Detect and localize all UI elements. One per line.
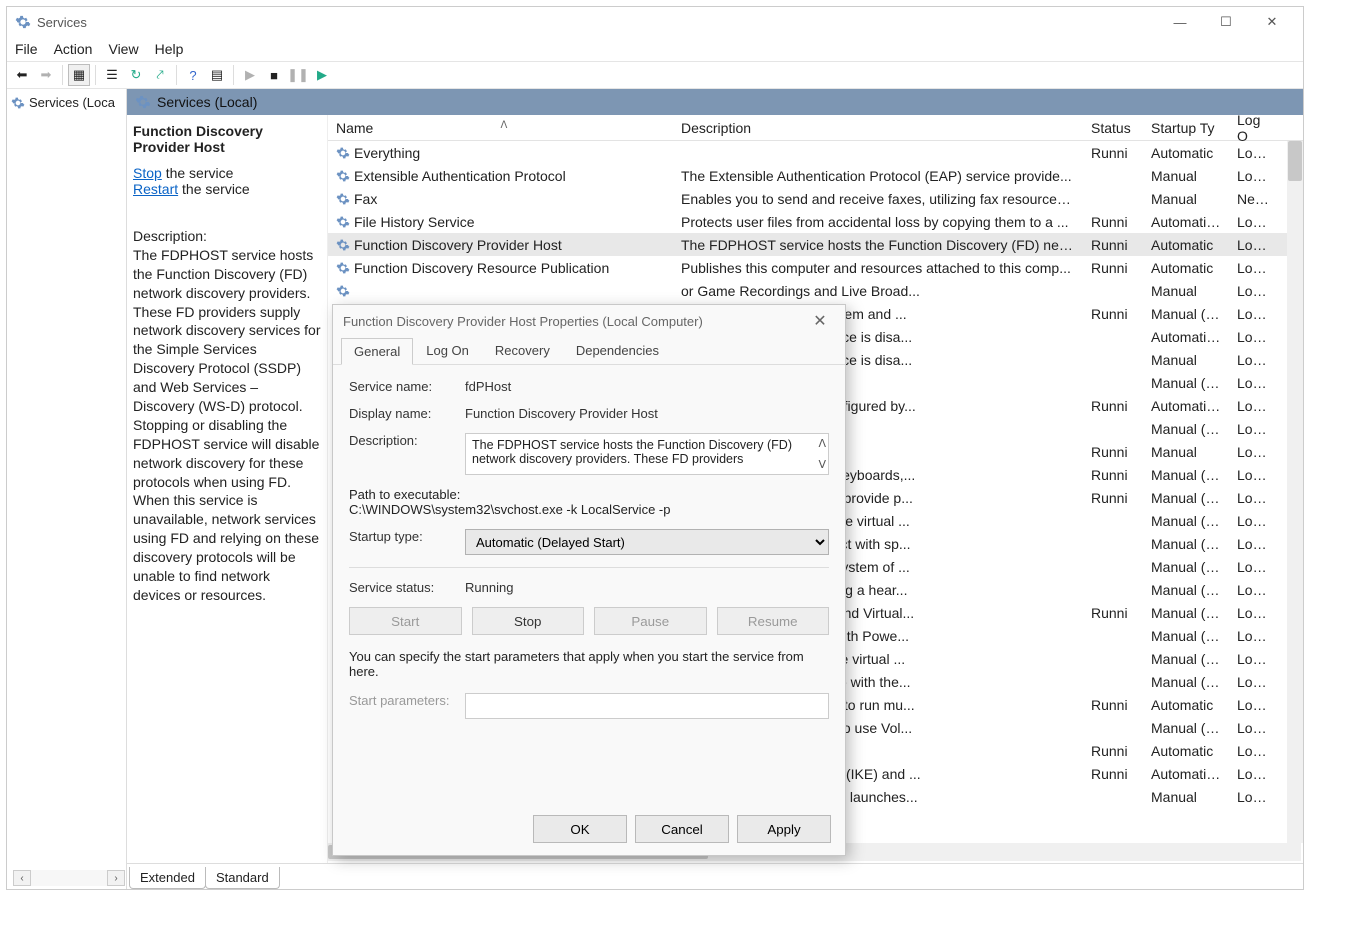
restart-icon[interactable]: ▶ <box>311 64 333 86</box>
start-button: Start <box>349 607 462 635</box>
dialog-close-button[interactable]: ✕ <box>805 311 835 331</box>
resume-button: Resume <box>717 607 830 635</box>
forward-button[interactable]: ➡ <box>35 64 57 86</box>
close-button[interactable]: ✕ <box>1249 7 1295 37</box>
tree-item-services[interactable]: Services (Loca <box>11 95 122 110</box>
param-hint: You can specify the start parameters tha… <box>349 649 829 679</box>
label-startup-type: Startup type: <box>349 529 465 544</box>
table-row[interactable]: or Game Recordings and Live Broad...Manu… <box>328 279 1303 302</box>
gear-icon <box>135 94 151 110</box>
value-display-name: Function Discovery Provider Host <box>465 406 829 421</box>
bottom-tabs: Extended Standard <box>127 863 1303 889</box>
tab-recovery[interactable]: Recovery <box>482 337 563 364</box>
vertical-scrollbar[interactable] <box>1287 141 1303 843</box>
properties-dialog: Function Discovery Provider Host Propert… <box>332 304 846 856</box>
stop-link[interactable]: Stop <box>133 165 162 181</box>
start-params-input[interactable] <box>465 693 829 719</box>
col-name[interactable]: Nameᐱ <box>328 120 673 136</box>
window-title: Services <box>37 15 87 30</box>
app-icon <box>15 14 31 30</box>
tab-extended[interactable]: Extended <box>129 867 206 889</box>
label-description: Description: <box>349 433 465 448</box>
titlebar: Services — ☐ ✕ <box>7 7 1303 37</box>
stop-icon[interactable]: ■ <box>263 64 285 86</box>
selected-service-title: Function Discovery Provider Host <box>133 123 321 155</box>
scroll-up-icon[interactable]: ᐱ <box>818 437 826 450</box>
start-icon[interactable]: ▶ <box>239 64 261 86</box>
tab-general[interactable]: General <box>341 338 413 365</box>
description-text: The FDPHOST service hosts the Function D… <box>133 246 321 605</box>
toolbar-icon-1[interactable]: ▦ <box>68 64 90 86</box>
menubar: File Action View Help <box>7 37 1303 61</box>
tree-pane: Services (Loca <box>7 89 127 889</box>
col-description[interactable]: Description <box>673 120 1083 136</box>
pause-icon[interactable]: ❚❚ <box>287 64 309 86</box>
cancel-button[interactable]: Cancel <box>635 815 729 843</box>
tree-scrollbar[interactable]: ‹› <box>13 869 125 887</box>
description-field[interactable]: The FDPHOST service hosts the Function D… <box>465 433 829 475</box>
toolbar: ⬅ ➡ ▦ ☰ ↻ ⤤ ? ▤ ▶ ■ ❚❚ ▶ <box>7 61 1303 89</box>
table-row[interactable]: EverythingRunniAutomaticLocal S <box>328 141 1303 164</box>
maximize-button[interactable]: ☐ <box>1203 7 1249 37</box>
ok-button[interactable]: OK <box>533 815 627 843</box>
table-row[interactable]: Function Discovery Provider HostThe FDPH… <box>328 233 1303 256</box>
help-icon[interactable]: ? <box>182 64 204 86</box>
startup-type-select[interactable]: Automatic (Delayed Start) <box>465 529 829 555</box>
toolbar-icon-3[interactable]: ▤ <box>206 64 228 86</box>
table-row[interactable]: Function Discovery Resource PublicationP… <box>328 256 1303 279</box>
menu-file[interactable]: File <box>15 41 38 57</box>
toolbar-icon-2[interactable]: ☰ <box>101 64 123 86</box>
pause-button: Pause <box>594 607 707 635</box>
content-header: Services (Local) <box>127 89 1303 115</box>
label-display-name: Display name: <box>349 406 465 421</box>
description-label: Description: <box>133 227 321 246</box>
menu-action[interactable]: Action <box>54 41 93 57</box>
col-status[interactable]: Status <box>1083 120 1143 136</box>
apply-button[interactable]: Apply <box>737 815 831 843</box>
tab-standard[interactable]: Standard <box>205 867 280 889</box>
sort-asc-icon: ᐱ <box>501 120 508 131</box>
minimize-button[interactable]: — <box>1157 7 1203 37</box>
refresh-icon[interactable]: ↻ <box>125 64 147 86</box>
value-path: C:\WINDOWS\system32\svchost.exe -k Local… <box>349 502 829 517</box>
label-service-status: Service status: <box>349 580 465 595</box>
col-logon[interactable]: Log O <box>1229 115 1279 144</box>
table-row[interactable]: Extensible Authentication ProtocolThe Ex… <box>328 164 1303 187</box>
column-headers: Nameᐱ Description Status Startup Ty Log … <box>328 115 1303 141</box>
value-service-status: Running <box>465 580 829 595</box>
col-startup[interactable]: Startup Ty <box>1143 120 1229 136</box>
export-icon[interactable]: ⤤ <box>149 64 171 86</box>
restart-link[interactable]: Restart <box>133 181 178 197</box>
stop-button[interactable]: Stop <box>472 607 585 635</box>
detail-pane: Function Discovery Provider Host Stop th… <box>127 115 327 863</box>
label-start-params: Start parameters: <box>349 693 465 708</box>
back-button[interactable]: ⬅ <box>11 64 33 86</box>
tab-dependencies[interactable]: Dependencies <box>563 337 672 364</box>
label-service-name: Service name: <box>349 379 465 394</box>
table-row[interactable]: FaxEnables you to send and receive faxes… <box>328 187 1303 210</box>
dialog-title: Function Discovery Provider Host Propert… <box>343 314 703 329</box>
value-service-name: fdPHost <box>465 379 829 394</box>
menu-help[interactable]: Help <box>155 41 184 57</box>
table-row[interactable]: File History ServiceProtects user files … <box>328 210 1303 233</box>
dialog-tabs: General Log On Recovery Dependencies <box>333 337 845 365</box>
tab-logon[interactable]: Log On <box>413 337 482 364</box>
menu-view[interactable]: View <box>108 41 138 57</box>
label-path: Path to executable: <box>349 487 829 502</box>
scroll-down-icon[interactable]: ᐯ <box>818 458 826 471</box>
